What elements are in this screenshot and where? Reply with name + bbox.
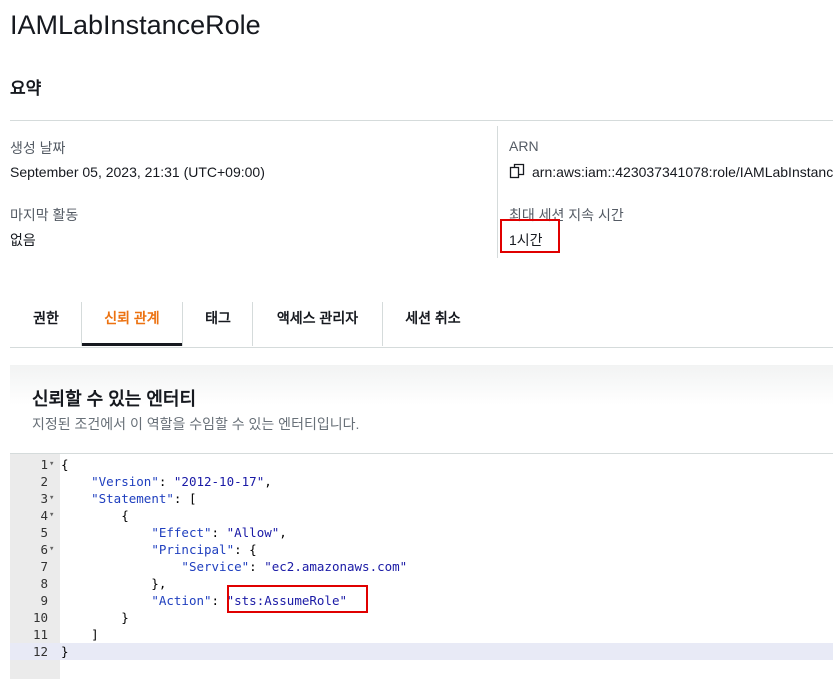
- fold-toggle-icon[interactable]: ▾: [49, 456, 54, 473]
- line-number: 1: [40, 457, 48, 472]
- column-divider: [497, 126, 498, 258]
- last-activity-value: 없음: [10, 232, 36, 248]
- created-date-label: 생성 날짜: [10, 140, 66, 156]
- tab-bar: 권한 신뢰 관계 태그 액세스 관리자 세션 취소: [10, 300, 833, 348]
- fold-toggle-icon[interactable]: ▾: [49, 541, 54, 558]
- code-line[interactable]: 7 "Service": "ec2.amazonaws.com": [10, 558, 833, 575]
- tab-permissions[interactable]: 권한: [10, 300, 82, 346]
- code-text: "Statement": [: [91, 491, 197, 506]
- code-text: ]: [61, 627, 99, 642]
- policy-code-editor[interactable]: 1 ▾{2 "Version": "2012-10-17", 3 ▾ "Stateme…: [10, 453, 833, 679]
- code-line[interactable]: 12}: [10, 643, 833, 660]
- code-text: }: [61, 644, 69, 659]
- line-number: 12: [32, 644, 48, 659]
- code-line[interactable]: 5 "Effect": "Allow",: [10, 524, 833, 541]
- code-line[interactable]: 3 ▾ "Statement": [: [10, 490, 833, 507]
- line-number: 2: [40, 474, 48, 489]
- line-number: 9: [40, 593, 48, 608]
- line-number: 11: [32, 627, 48, 642]
- code-line[interactable]: 11 ]: [10, 626, 833, 643]
- arn-label: ARN: [509, 138, 539, 154]
- code-line[interactable]: 9 "Action": "sts:AssumeRole": [10, 592, 833, 609]
- code-text: {: [61, 508, 129, 523]
- copy-icon[interactable]: [509, 163, 525, 179]
- code-text: },: [61, 576, 167, 591]
- code-text: }: [61, 610, 129, 625]
- last-activity-label: 마지막 활동: [10, 207, 79, 223]
- code-text: "Principal": {: [151, 542, 257, 557]
- page-title: IAMLabInstanceRole: [10, 10, 261, 40]
- code-text: "Service": "ec2.amazonaws.com": [181, 559, 408, 574]
- code-line[interactable]: 2 "Version": "2012-10-17",: [10, 473, 833, 490]
- panel-title: 신뢰할 수 있는 엔터티: [32, 389, 197, 409]
- line-number: 4: [40, 508, 48, 523]
- code-line[interactable]: 8 },: [10, 575, 833, 592]
- code-line[interactable]: 10 }: [10, 609, 833, 626]
- code-text: "Effect": "Allow",: [151, 525, 287, 540]
- panel-description: 지정된 조건에서 이 역할을 수임할 수 있는 엔터티입니다.: [32, 416, 360, 432]
- code-line[interactable]: 6 ▾ "Principal": {: [10, 541, 833, 558]
- summary-heading: 요약: [10, 79, 42, 98]
- arn-value: arn:aws:iam::423037341078:role/IAMLabIns…: [532, 164, 833, 180]
- highlight-box-action: [227, 585, 368, 613]
- highlight-box-session: [500, 219, 560, 253]
- code-text: "Version": "2012-10-17",: [91, 474, 272, 489]
- line-number: 7: [40, 559, 48, 574]
- created-date-value: September 05, 2023, 21:31 (UTC+09:00): [10, 164, 265, 180]
- line-number: 6: [40, 542, 48, 557]
- code-line[interactable]: 1 ▾ {: [10, 456, 833, 473]
- line-number: 8: [40, 576, 48, 591]
- line-number: 3: [40, 491, 48, 506]
- tab-trust-relationships[interactable]: 신뢰 관계: [82, 300, 182, 346]
- code-line[interactable]: 4 ▾ {: [10, 507, 833, 524]
- tab-access-advisor[interactable]: 액세스 관리자: [253, 300, 382, 346]
- code-text: {: [61, 457, 69, 472]
- fold-toggle-icon[interactable]: ▾: [49, 490, 54, 507]
- line-number: 10: [32, 610, 48, 625]
- fold-toggle-icon[interactable]: ▾: [49, 507, 54, 524]
- line-number: 5: [40, 525, 48, 540]
- divider: [10, 120, 833, 121]
- tab-tags[interactable]: 태그: [183, 300, 253, 346]
- tab-revoke-sessions[interactable]: 세션 취소: [383, 300, 483, 346]
